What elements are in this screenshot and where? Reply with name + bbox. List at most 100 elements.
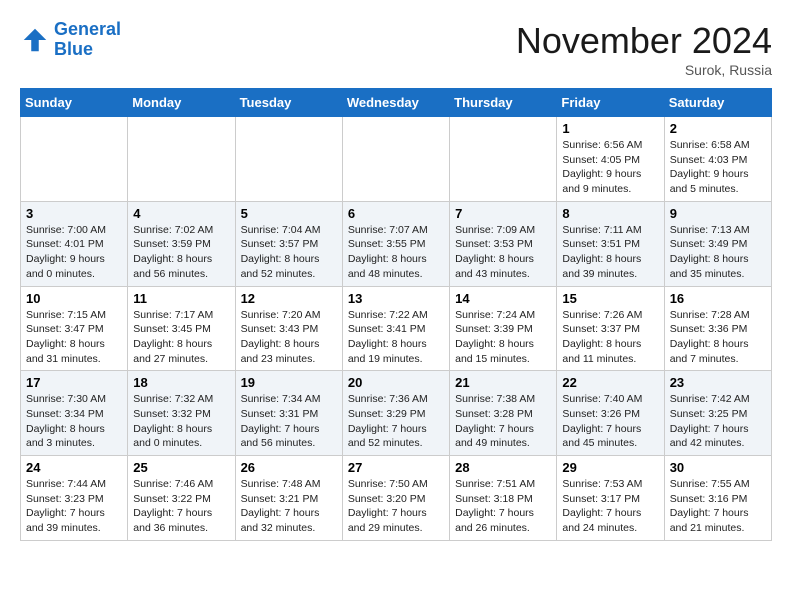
day-info: Sunrise: 7:42 AMSunset: 3:25 PMDaylight:… (670, 392, 766, 451)
table-row: 21 Sunrise: 7:38 AMSunset: 3:28 PMDayligh… (450, 371, 557, 456)
day-number: 26 (241, 460, 337, 475)
table-row: 29Sunrise: 7:53 AMSunset: 3:17 PMDayligh… (557, 456, 664, 541)
calendar-week-row: 24Sunrise: 7:44 AMSunset: 3:23 PMDayligh… (21, 456, 772, 541)
day-info: Sunrise: 7:24 AMSunset: 3:39 PMDaylight:… (455, 308, 551, 367)
calendar-week-row: 10 Sunrise: 7:15 AMSunset: 3:47 PMDayligh… (21, 286, 772, 371)
day-info: Sunrise: 7:04 AMSunset: 3:57 PMDaylight:… (241, 223, 337, 282)
table-row: 7 Sunrise: 7:09 AMSunset: 3:53 PMDaylight… (450, 201, 557, 286)
day-info: Sunrise: 7:40 AMSunset: 3:26 PMDaylight:… (562, 392, 658, 451)
table-row: 20 Sunrise: 7:36 AMSunset: 3:29 PMDayligh… (342, 371, 449, 456)
day-info: Sunrise: 7:34 AMSunset: 3:31 PMDaylight:… (241, 392, 337, 451)
day-info: Sunrise: 7:07 AMSunset: 3:55 PMDaylight:… (348, 223, 444, 282)
calendar-week-row: 17 Sunrise: 7:30 AMSunset: 3:34 PMDayligh… (21, 371, 772, 456)
title-block: November 2024 Surok, Russia (516, 20, 772, 78)
header-sunday: Sunday (21, 89, 128, 117)
day-info: Sunrise: 7:48 AMSunset: 3:21 PMDaylight:… (241, 477, 337, 536)
day-number: 14 (455, 291, 551, 306)
day-info: Sunrise: 6:56 AMSunset: 4:05 PMDaylight:… (562, 138, 658, 197)
day-number: 7 (455, 206, 551, 221)
day-info: Sunrise: 7:30 AMSunset: 3:34 PMDaylight:… (26, 392, 122, 451)
day-info: Sunrise: 7:20 AMSunset: 3:43 PMDaylight:… (241, 308, 337, 367)
day-info: Sunrise: 7:36 AMSunset: 3:29 PMDaylight:… (348, 392, 444, 451)
day-number: 12 (241, 291, 337, 306)
day-number: 17 (26, 375, 122, 390)
day-number: 25 (133, 460, 229, 475)
day-number: 6 (348, 206, 444, 221)
day-info: Sunrise: 7:02 AMSunset: 3:59 PMDaylight:… (133, 223, 229, 282)
table-row: 25 Sunrise: 7:46 AMSunset: 3:22 PMDayligh… (128, 456, 235, 541)
day-number: 2 (670, 121, 766, 136)
day-info: Sunrise: 7:22 AMSunset: 3:41 PMDaylight:… (348, 308, 444, 367)
day-info: Sunrise: 7:26 AMSunset: 3:37 PMDaylight:… (562, 308, 658, 367)
table-row: 12 Sunrise: 7:20 AMSunset: 3:43 PMDayligh… (235, 286, 342, 371)
table-row: 9 Sunrise: 7:13 AMSunset: 3:49 PMDaylight… (664, 201, 771, 286)
day-info: Sunrise: 7:44 AMSunset: 3:23 PMDaylight:… (26, 477, 122, 536)
logo-general: General (54, 19, 121, 39)
day-info: Sunrise: 7:28 AMSunset: 3:36 PMDaylight:… (670, 308, 766, 367)
table-row: 30 Sunrise: 7:55 AMSunset: 3:16 PMDayligh… (664, 456, 771, 541)
day-info: Sunrise: 7:11 AMSunset: 3:51 PMDaylight:… (562, 223, 658, 282)
table-row: 26 Sunrise: 7:48 AMSunset: 3:21 PMDayligh… (235, 456, 342, 541)
table-row: 22 Sunrise: 7:40 AMSunset: 3:26 PMDayligh… (557, 371, 664, 456)
logo-icon (20, 25, 50, 55)
day-number: 29 (562, 460, 658, 475)
day-number: 22 (562, 375, 658, 390)
table-row: 13 Sunrise: 7:22 AMSunset: 3:41 PMDayligh… (342, 286, 449, 371)
day-number: 10 (26, 291, 122, 306)
day-number: 5 (241, 206, 337, 221)
table-row: 17 Sunrise: 7:30 AMSunset: 3:34 PMDayligh… (21, 371, 128, 456)
calendar-week-row: 1 Sunrise: 6:56 AMSunset: 4:05 PMDaylight… (21, 117, 772, 202)
day-number: 23 (670, 375, 766, 390)
header-tuesday: Tuesday (235, 89, 342, 117)
month-title: November 2024 (516, 20, 772, 62)
table-row: 24Sunrise: 7:44 AMSunset: 3:23 PMDayligh… (21, 456, 128, 541)
day-info: Sunrise: 7:09 AMSunset: 3:53 PMDaylight:… (455, 223, 551, 282)
day-number: 4 (133, 206, 229, 221)
logo: General Blue (20, 20, 121, 60)
table-row: 16 Sunrise: 7:28 AMSunset: 3:36 PMDayligh… (664, 286, 771, 371)
day-number: 8 (562, 206, 658, 221)
table-row: 11Sunrise: 7:17 AMSunset: 3:45 PMDayligh… (128, 286, 235, 371)
header-monday: Monday (128, 89, 235, 117)
day-info: Sunrise: 7:55 AMSunset: 3:16 PMDaylight:… (670, 477, 766, 536)
header-friday: Friday (557, 89, 664, 117)
day-info: Sunrise: 7:51 AMSunset: 3:18 PMDaylight:… (455, 477, 551, 536)
table-row: 14 Sunrise: 7:24 AMSunset: 3:39 PMDayligh… (450, 286, 557, 371)
day-number: 19 (241, 375, 337, 390)
table-row: 19 Sunrise: 7:34 AMSunset: 3:31 PMDayligh… (235, 371, 342, 456)
day-info: Sunrise: 7:15 AMSunset: 3:47 PMDaylight:… (26, 308, 122, 367)
header-thursday: Thursday (450, 89, 557, 117)
table-row: 2Sunrise: 6:58 AMSunset: 4:03 PMDaylight… (664, 117, 771, 202)
day-info: Sunrise: 7:38 AMSunset: 3:28 PMDaylight:… (455, 392, 551, 451)
day-number: 15 (562, 291, 658, 306)
table-row: 3Sunrise: 7:00 AMSunset: 4:01 PMDaylight… (21, 201, 128, 286)
header-saturday: Saturday (664, 89, 771, 117)
table-row: 23 Sunrise: 7:42 AMSunset: 3:25 PMDayligh… (664, 371, 771, 456)
day-number: 16 (670, 291, 766, 306)
table-row: 4 Sunrise: 7:02 AMSunset: 3:59 PMDaylight… (128, 201, 235, 286)
table-row: 15 Sunrise: 7:26 AMSunset: 3:37 PMDayligh… (557, 286, 664, 371)
day-number: 11 (133, 291, 229, 306)
table-row: 6 Sunrise: 7:07 AMSunset: 3:55 PMDaylight… (342, 201, 449, 286)
day-number: 30 (670, 460, 766, 475)
location-text: Surok, Russia (516, 62, 772, 78)
day-number: 13 (348, 291, 444, 306)
day-number: 9 (670, 206, 766, 221)
table-row: 8 Sunrise: 7:11 AMSunset: 3:51 PMDaylight… (557, 201, 664, 286)
logo-text: General Blue (54, 20, 121, 60)
day-info: Sunrise: 7:46 AMSunset: 3:22 PMDaylight:… (133, 477, 229, 536)
table-row: 1 Sunrise: 6:56 AMSunset: 4:05 PMDaylight… (557, 117, 664, 202)
day-info: Sunrise: 7:50 AMSunset: 3:20 PMDaylight:… (348, 477, 444, 536)
day-info: Sunrise: 7:13 AMSunset: 3:49 PMDaylight:… (670, 223, 766, 282)
table-row: 28Sunrise: 7:51 AMSunset: 3:18 PMDayligh… (450, 456, 557, 541)
day-number: 20 (348, 375, 444, 390)
day-number: 1 (562, 121, 658, 136)
day-number: 27 (348, 460, 444, 475)
day-info: Sunrise: 7:00 AMSunset: 4:01 PMDaylight:… (26, 223, 122, 282)
table-row: 27 Sunrise: 7:50 AMSunset: 3:20 PMDayligh… (342, 456, 449, 541)
table-row: 5 Sunrise: 7:04 AMSunset: 3:57 PMDaylight… (235, 201, 342, 286)
table-row: 18Sunrise: 7:32 AMSunset: 3:32 PMDayligh… (128, 371, 235, 456)
logo-blue: Blue (54, 39, 93, 59)
table-row (450, 117, 557, 202)
day-number: 21 (455, 375, 551, 390)
